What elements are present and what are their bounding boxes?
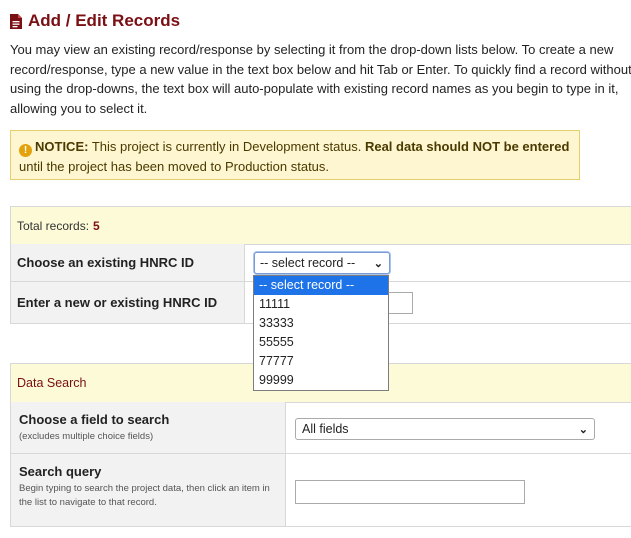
dropdown-option[interactable]: 11111 xyxy=(254,295,388,314)
search-query-label: Search query xyxy=(19,464,102,479)
warning-icon: ! xyxy=(19,144,32,157)
choose-record-label: Choose an existing HNRC ID xyxy=(11,244,245,281)
search-field-row: Choose a field to search (excludes multi… xyxy=(11,402,631,454)
dropdown-option[interactable]: 99999 xyxy=(254,371,388,390)
search-query-label-cell: Search query Begin typing to search the … xyxy=(11,454,286,526)
search-query-help: Begin typing to search the project data,… xyxy=(19,483,270,508)
enter-record-label: Enter a new or existing HNRC ID xyxy=(11,282,245,323)
dropdown-option[interactable]: 77777 xyxy=(254,352,388,371)
record-dropdown-list[interactable]: -- select record -- 11111 33333 55555 77… xyxy=(253,275,389,391)
record-id-input[interactable] xyxy=(389,292,413,314)
notice-text-1: This project is currently in Development… xyxy=(88,139,365,154)
chevron-down-icon: ⌄ xyxy=(578,424,588,436)
search-field-label-cell: Choose a field to search (excludes multi… xyxy=(11,402,286,453)
notice-banner: ! NOTICE: This project is currently in De… xyxy=(10,130,580,180)
notice-bold-text: Real data should NOT be entered xyxy=(364,139,570,154)
search-field-sublabel: (excludes multiple choice fields) xyxy=(19,431,154,442)
document-icon xyxy=(10,13,22,29)
dropdown-option[interactable]: 55555 xyxy=(254,333,388,352)
dropdown-option[interactable]: -- select record -- xyxy=(254,276,388,295)
notice-text-2: until the project has been moved to Prod… xyxy=(19,159,330,174)
total-records-label: Total records: xyxy=(17,218,90,233)
total-records-count: 5 xyxy=(93,218,100,233)
intro-text: You may view an existing record/response… xyxy=(10,42,631,116)
dropdown-option[interactable]: 33333 xyxy=(254,314,388,333)
search-query-row: Search query Begin typing to search the … xyxy=(11,454,631,526)
record-select-value: -- select record -- xyxy=(260,256,356,270)
page-title-text: Add / Edit Records xyxy=(28,11,181,30)
total-records: Total records: 5 xyxy=(11,207,631,245)
search-field-select[interactable]: All fields ⌄ xyxy=(295,418,595,440)
notice-label: NOTICE: xyxy=(35,139,89,154)
search-query-input[interactable] xyxy=(295,480,525,504)
page-title: Add / Edit Records xyxy=(10,10,180,32)
chevron-down-icon: ⌄ xyxy=(373,258,383,270)
search-field-label: Choose a field to search xyxy=(19,412,170,427)
search-field-value: All fields xyxy=(302,422,349,436)
record-select[interactable]: -- select record -- ⌄ xyxy=(254,252,390,274)
